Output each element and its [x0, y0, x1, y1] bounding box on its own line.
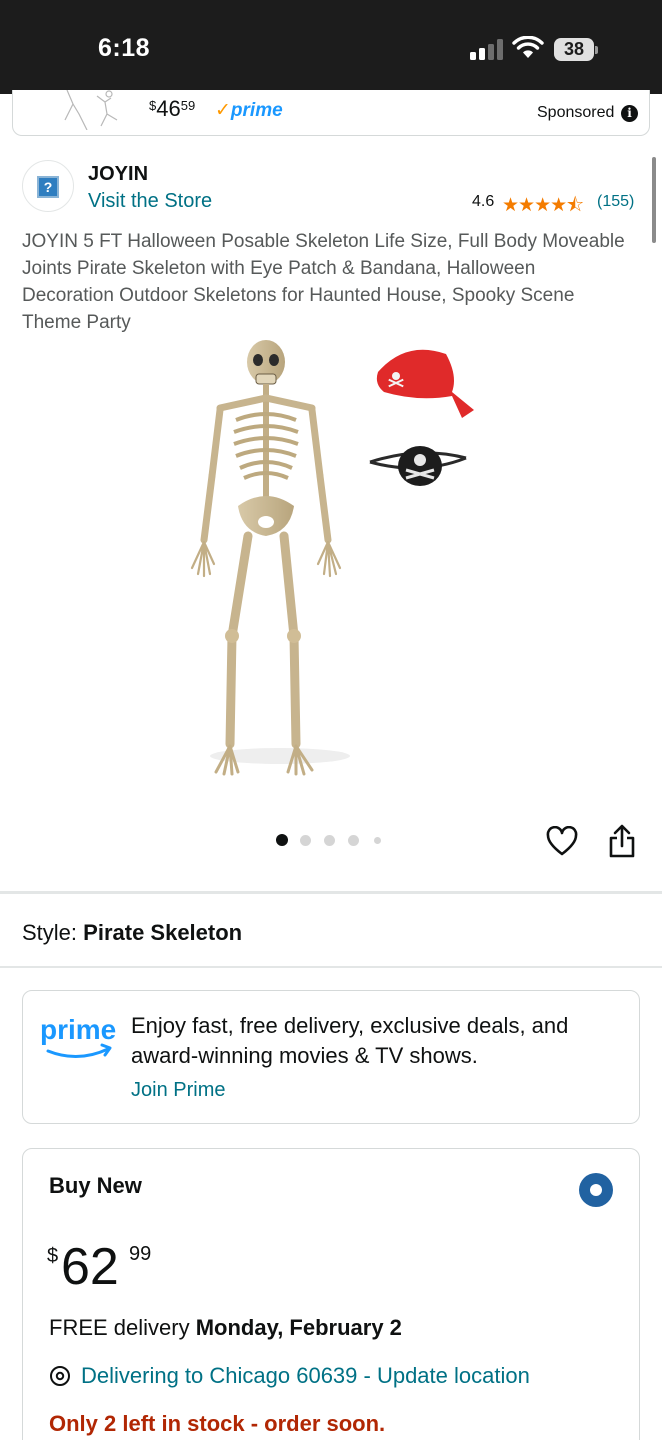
battery-icon: 38 — [554, 38, 598, 62]
style-value: Pirate Skeleton — [83, 920, 243, 945]
product-image[interactable] — [170, 336, 490, 782]
prime-logo-icon: prime — [40, 1014, 116, 1058]
style-label: Style: — [22, 920, 78, 945]
pagination-dot[interactable] — [374, 837, 381, 844]
store-logo-icon[interactable]: ? — [22, 160, 74, 212]
svg-text:prime: prime — [40, 1014, 116, 1045]
product-title: JOYIN 5 FT Halloween Posable Skeleton Li… — [22, 231, 625, 333]
image-pagination-dots[interactable] — [276, 834, 396, 848]
pagination-dot[interactable] — [300, 835, 311, 846]
rating-stars[interactable]: ★★★★⯪ — [502, 191, 584, 223]
sponsored-label: Sponsored — [537, 104, 615, 121]
style-selector[interactable]: Style: Pirate Skeleton — [22, 920, 242, 946]
section-divider — [0, 891, 662, 894]
prime-promo-card[interactable]: prime Enjoy fast, free delivery, exclusi… — [22, 990, 640, 1124]
prime-promo-text: Enjoy fast, free delivery, exclusive dea… — [131, 1013, 569, 1068]
stock-warning: Only 2 left in stock - order soon. — [49, 1411, 386, 1436]
pagination-dot[interactable] — [276, 834, 288, 846]
join-prime-link[interactable]: Join Prime — [131, 1079, 225, 1102]
buy-new-card[interactable]: Buy New $ 62 99 FREE delivery Monday, Fe… — [22, 1148, 640, 1440]
buy-new-title: Buy New — [49, 1173, 142, 1198]
info-icon[interactable]: i — [621, 105, 638, 122]
rating-count-link[interactable]: (155) — [597, 193, 634, 211]
delivery-info: FREE delivery Monday, February 2 — [49, 1315, 402, 1340]
share-icon[interactable] — [608, 824, 636, 858]
battery-level: 38 — [554, 38, 594, 61]
status-time: 6:18 — [98, 34, 151, 62]
ad-price: $4659 — [149, 96, 196, 121]
sponsored-ad-card[interactable]: $4659 ✓prime Sponsored i — [12, 90, 650, 136]
ad-thumbnail[interactable] — [57, 90, 127, 130]
heart-icon[interactable] — [546, 826, 578, 858]
wifi-icon — [512, 36, 544, 58]
pagination-dot[interactable] — [324, 835, 335, 846]
brand-name: JOYIN — [88, 163, 149, 185]
delivery-location-link[interactable]: Delivering to Chicago 60639 - Update loc… — [81, 1363, 530, 1389]
buy-new-radio[interactable] — [579, 1173, 613, 1207]
status-bar: 6:18 38 — [0, 0, 662, 94]
pagination-dot[interactable] — [348, 835, 359, 846]
signal-icon — [470, 38, 504, 60]
section-divider — [0, 966, 662, 968]
scrollbar[interactable] — [652, 157, 656, 243]
visit-store-link[interactable]: Visit the Store — [88, 190, 212, 213]
location-pin-icon — [50, 1366, 70, 1386]
rating-value[interactable]: 4.6 — [472, 193, 494, 211]
ad-prime-badge: ✓prime — [215, 100, 283, 121]
